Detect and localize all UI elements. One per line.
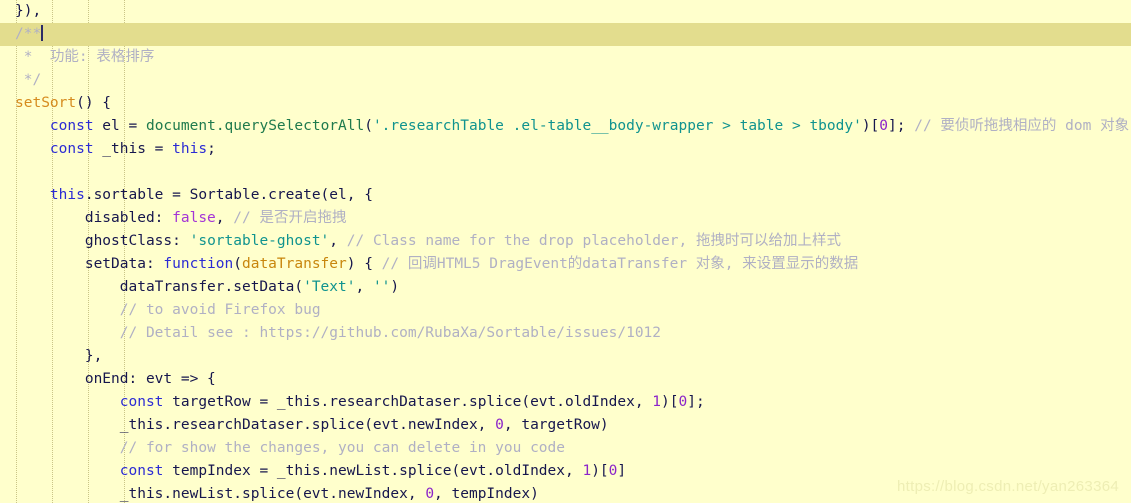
code-token: setSort [15,95,77,111]
code-token: const [119,463,164,479]
code-lines-container[interactable]: }),/** * 功能: 表格排序 */setSort() { const el… [0,0,1131,503]
code-token: )[ [661,394,679,410]
watermark-url: https://blog.csdn.net/yan263364 [897,478,1119,495]
code-line[interactable]: }), [0,0,1131,23]
code-line[interactable]: setSort() { [0,92,1131,115]
code-token: 0 [879,118,889,134]
code-line[interactable]: // Detail see : https://github.com/RubaX… [0,322,1131,345]
code-token: function [163,256,234,272]
code-token: 0 [678,394,688,410]
code-token: 'sortable-ghost' [189,233,330,249]
code-line[interactable]: onEnd: evt => { [0,368,1131,391]
code-token: */ [15,72,42,88]
code-token: ( [364,118,373,134]
code-line[interactable]: ghostClass: 'sortable-ghost', // Class n… [0,230,1131,253]
code-token: .querySelectorAll [215,118,365,134]
code-token: 0 [425,486,435,502]
code-token: ] [617,463,627,479]
code-line[interactable]: disabled: false, // 是否开启拖拽 [0,207,1131,230]
code-token: // 回调HTML5 DragEvent的dataTransfer 对象, 来设… [381,256,859,272]
code-token: _this.newList.splice(evt.newIndex, [15,486,426,502]
text-cursor-caret [41,25,44,41]
code-token: 'Text' [303,279,356,295]
code-token: tempIndex = _this.newList.splice(evt.old… [163,463,583,479]
code-token: }), [15,3,42,19]
code-token: ghostClass: [15,233,190,249]
code-token: )[ [591,463,609,479]
code-token: , [215,210,234,226]
code-line[interactable]: const _this = this; [0,138,1131,161]
code-token: )[ [861,118,880,134]
code-token: const [49,141,94,157]
code-token: ; [207,141,216,157]
code-line[interactable]: setData: function(dataTransfer) { // 回调H… [0,253,1131,276]
code-token: _this.researchDataser.splice(evt.newInde… [15,417,496,433]
code-token: 0 [495,417,504,433]
code-token: , tempIndex) [434,486,539,502]
code-line[interactable]: */ [0,69,1131,92]
code-token: * 功能: 表格排序 [15,49,155,65]
code-token: }, [15,348,103,364]
code-line[interactable]: * 功能: 表格排序 [0,46,1131,69]
code-token: document [145,118,216,134]
code-token: this [49,187,85,203]
code-line[interactable]: const el = document.querySelectorAll('.r… [0,115,1131,138]
code-line[interactable]: // for show the changes, you can delete … [0,437,1131,460]
code-token: '.researchTable .el-table__body-wrapper … [372,118,862,134]
code-token: , [329,233,347,249]
code-line[interactable]: /** [0,23,1131,46]
code-token: const [49,118,94,134]
code-token: // 是否开启拖拽 [233,210,347,226]
code-token: ) { [346,256,382,272]
code-token: false [172,210,216,226]
code-token: // Class name for the drop placeholder, … [346,233,841,249]
code-token: .sortable = Sortable.create(el, { [84,187,373,203]
code-token: const [119,394,164,410]
code-line[interactable]: this.sortable = Sortable.create(el, { [0,184,1131,207]
code-token: this [172,141,208,157]
code-line[interactable]: // to avoid Firefox bug [0,299,1131,322]
code-token: onEnd: evt => { [15,371,216,387]
code-token: ) [390,279,400,295]
code-token: 1 [582,463,592,479]
code-token: // for show the changes, you can delete … [119,440,565,456]
code-token: setData: [15,256,164,272]
code-token: disabled: [15,210,173,226]
code-token: ]; [687,394,705,410]
code-line[interactable]: _this.researchDataser.splice(evt.newInde… [0,414,1131,437]
code-token: ]; [888,118,915,134]
code-token: _this = [93,141,173,157]
code-token: // Detail see : https://github.com/RubaX… [119,325,662,341]
code-token: el = [93,118,146,134]
code-token: , targetRow) [503,417,609,433]
code-token: '' [372,279,391,295]
code-line[interactable]: dataTransfer.setData('Text', '') [0,276,1131,299]
code-token: ( [233,256,242,272]
code-token: // 要侦听拖拽相应的 dom 对象 [914,118,1130,134]
code-editor[interactable]: }),/** * 功能: 表格排序 */setSort() { const el… [0,0,1131,503]
code-token: targetRow = _this.researchDataser.splice… [163,394,653,410]
code-line[interactable] [0,161,1131,184]
code-token: // to avoid Firefox bug [119,302,321,318]
code-token: dataTransfer.setData( [15,279,304,295]
code-line[interactable]: }, [0,345,1131,368]
code-token: dataTransfer [241,256,347,272]
code-token: , [355,279,373,295]
code-token: /** [15,26,42,42]
code-line[interactable]: const targetRow = _this.researchDataser.… [0,391,1131,414]
code-token: () { [76,95,112,111]
code-token: 1 [652,394,662,410]
